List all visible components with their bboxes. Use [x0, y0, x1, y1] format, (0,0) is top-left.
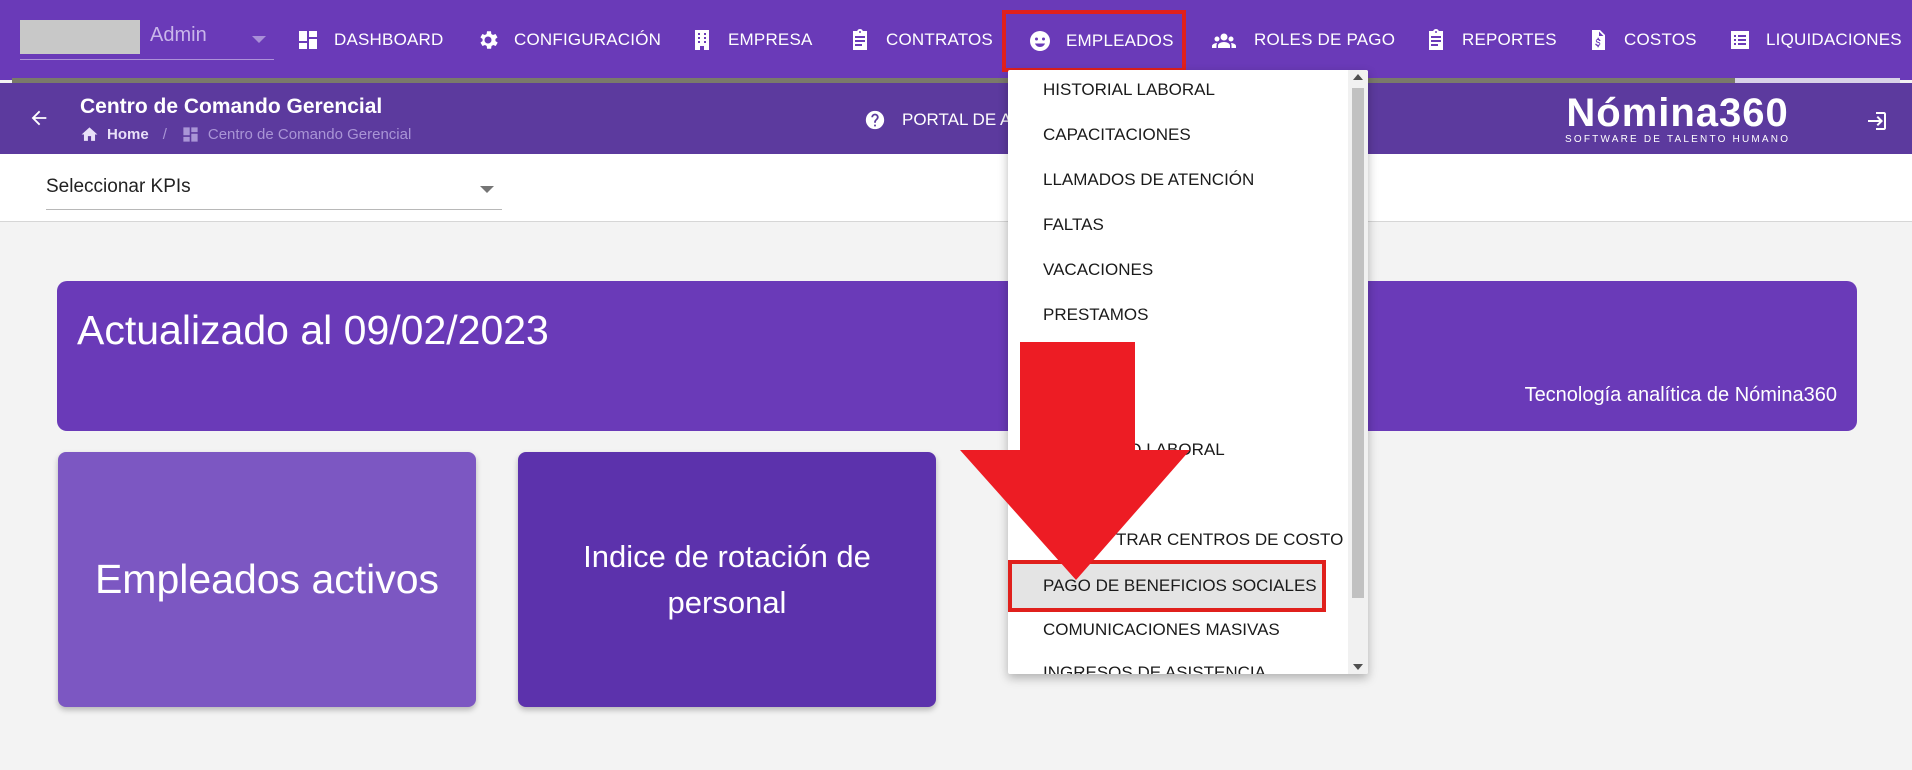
clipboard-icon: [1429, 29, 1443, 50]
menu-item-ingresos-asistencia[interactable]: INGRESOS DE ASISTENCIA: [1043, 663, 1266, 674]
nav-dashboard[interactable]: DASHBOARD: [296, 22, 444, 58]
nav-reportes-label: REPORTES: [1462, 30, 1557, 49]
menu-item-llamados-de-atencion[interactable]: LLAMADOS DE ATENCIÓN: [1043, 170, 1254, 190]
kpi-select[interactable]: Seleccionar KPIs: [46, 174, 502, 210]
portal-link[interactable]: PORTAL DE A: [864, 109, 1011, 131]
banner-tagline: Tecnología analítica de Nómina360: [1524, 384, 1837, 406]
kpi-toolbar: Seleccionar KPIs: [0, 154, 1912, 222]
nav-configuracion[interactable]: CONFIGURACIÓN: [476, 22, 661, 58]
nav-roles-de-pago-label: ROLES DE PAGO: [1254, 30, 1396, 49]
brand-logo: Nómina360 SOFTWARE DE TALENTO HUMANO: [1565, 93, 1790, 145]
user-name: Admin: [150, 24, 207, 46]
help-circle-icon: [865, 110, 885, 130]
breadcrumb-home[interactable]: Home: [107, 126, 149, 143]
chevron-down-icon[interactable]: [480, 186, 494, 193]
scroll-thumb[interactable]: [1352, 88, 1364, 598]
kpi-card-label: Empleados activos: [94, 556, 440, 602]
page-header: Centro de Comando Gerencial Home / Centr…: [0, 83, 1912, 154]
people-icon: [1212, 33, 1236, 48]
nav-empleados[interactable]: EMPLEADOS: [1002, 10, 1186, 72]
top-navigation-bar: Admin DASHBOARD CONFIGURACIÓN EMPRESA CO…: [0, 0, 1912, 83]
menu-item-capacitaciones[interactable]: CAPACITACIONES: [1043, 125, 1191, 145]
update-banner: Actualizado al 09/02/2023 Tecnología ana…: [57, 281, 1857, 431]
nav-costos-label: COSTOS: [1624, 30, 1697, 49]
building-icon: [695, 30, 709, 50]
kpi-card-label: Indice de rotación de personal: [583, 538, 871, 620]
list-icon: [1731, 31, 1749, 49]
kpi-card-empleados-activos[interactable]: Empleados activos: [58, 452, 476, 707]
gear-icon: [480, 31, 498, 49]
nav-liquidaciones[interactable]: LIQUIDACIONES: [1728, 22, 1902, 58]
scroll-down-icon[interactable]: [1353, 664, 1363, 670]
banner-title: Actualizado al 09/02/2023: [77, 307, 549, 353]
nav-reportes[interactable]: REPORTES: [1424, 22, 1557, 58]
chevron-down-icon[interactable]: [252, 36, 266, 43]
face-icon: [1030, 31, 1050, 51]
kpi-card-indice-rotacion[interactable]: Indice de rotación de personal: [518, 452, 936, 707]
menu-item-vacaciones[interactable]: VACACIONES: [1043, 260, 1153, 280]
breadcrumb-separator: /: [162, 126, 167, 143]
menu-item-faltas[interactable]: FALTAS: [1043, 215, 1104, 235]
dashboard-icon: [183, 127, 198, 142]
breadcrumb: Home / Centro de Comando Gerencial: [80, 125, 411, 144]
nav-roles-de-pago[interactable]: ROLES DE PAGO: [1208, 22, 1395, 58]
nav-contratos-label: CONTRATOS: [886, 30, 993, 49]
nav-liquidaciones-label: LIQUIDACIONES: [1766, 30, 1902, 49]
logo-tagline: SOFTWARE DE TALENTO HUMANO: [1565, 134, 1791, 145]
nav-contratos[interactable]: CONTRATOS: [848, 22, 993, 58]
user-selector[interactable]: Admin: [20, 20, 274, 60]
clipboard-icon: [853, 29, 867, 50]
nav-empresa-label: EMPRESA: [728, 30, 813, 49]
back-arrow-icon[interactable]: [28, 107, 50, 129]
menu-scrollbar[interactable]: [1348, 70, 1368, 674]
page-title: Centro de Comando Gerencial: [80, 95, 383, 118]
nav-dashboard-label: DASHBOARD: [334, 30, 444, 49]
menu-item-prestamos[interactable]: PRESTAMOS: [1043, 305, 1148, 325]
red-arrow-annotation: [960, 342, 1190, 580]
portal-label: PORTAL DE A: [902, 110, 1012, 129]
nav-empresa[interactable]: EMPRESA: [690, 22, 813, 58]
logo-main: Nómina360: [1566, 91, 1789, 135]
menu-item-comunicaciones-masivas[interactable]: COMUNICACIONES MASIVAS: [1043, 620, 1280, 640]
kpi-select-value: Seleccionar KPIs: [46, 176, 191, 197]
dashboard-icon: [299, 31, 317, 49]
user-avatar: [20, 20, 140, 54]
nav-empleados-label: EMPLEADOS: [1066, 31, 1174, 50]
nav-configuracion-label: CONFIGURACIÓN: [514, 30, 662, 49]
breadcrumb-current: Centro de Comando Gerencial: [207, 126, 412, 143]
home-icon[interactable]: [80, 125, 99, 144]
scroll-up-icon[interactable]: [1353, 74, 1363, 80]
nav-costos[interactable]: COSTOS: [1586, 22, 1697, 58]
invoice-dollar-icon: [1592, 30, 1605, 50]
menu-item-historial-laboral[interactable]: HISTORIAL LABORAL: [1043, 80, 1215, 100]
logout-icon[interactable]: [1864, 109, 1888, 133]
